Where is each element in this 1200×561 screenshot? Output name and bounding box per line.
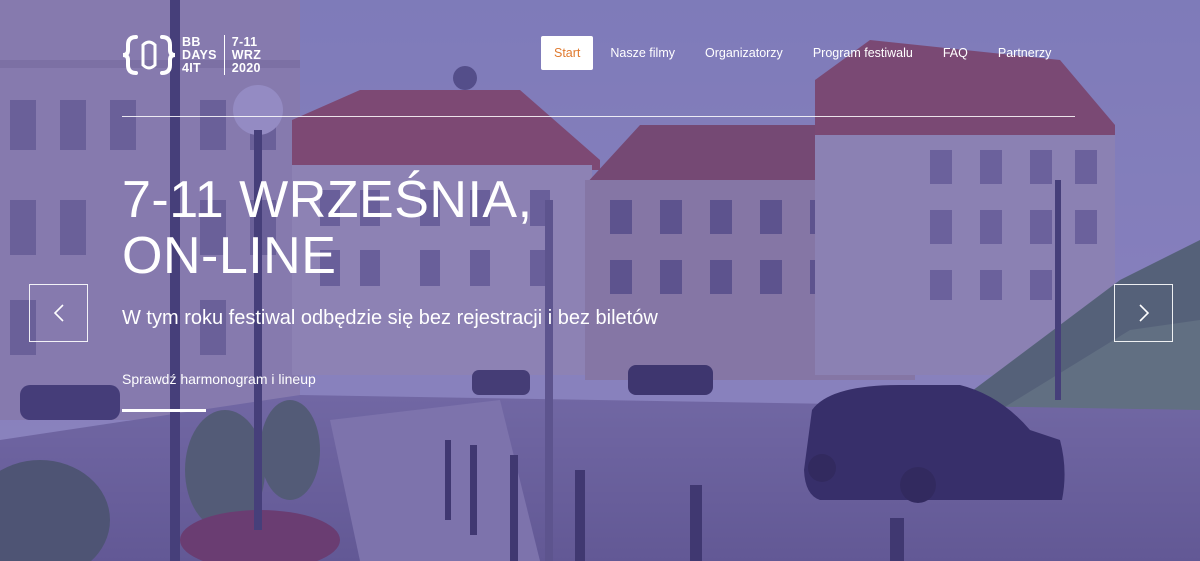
header-divider [122, 116, 1075, 117]
site-logo[interactable]: BB DAYS 4IT 7-11 WRZ 2020 [122, 33, 261, 77]
chevron-left-icon [53, 304, 64, 322]
nav-item-start[interactable]: Start [541, 36, 594, 70]
logo-date-days: 7-11 [231, 34, 258, 49]
nav-item-nasze-filmy[interactable]: Nasze filmy [595, 36, 690, 70]
logo-line3: 4IT [182, 60, 201, 75]
chevron-right-icon [1138, 304, 1149, 322]
hero-title: 7-11 WRZEŚNIA, ON-LINE [122, 172, 533, 284]
hero-title-line1: 7-11 WRZEŚNIA, [122, 171, 533, 229]
logo-date-year: 2020 [231, 60, 261, 75]
nav-item-partnerzy[interactable]: Partnerzy [983, 36, 1067, 70]
logo-date: 7-11 WRZ 2020 [231, 34, 262, 75]
nav-item-organizatorzy[interactable]: Organizatorzy [690, 36, 798, 70]
logo-date-month: WRZ [231, 47, 262, 62]
logo-divider [223, 35, 225, 75]
logo-line1: BB [182, 34, 201, 49]
carousel-prev-button[interactable] [29, 284, 88, 342]
nav-item-program-festiwalu[interactable]: Program festiwalu [798, 36, 928, 70]
logo-wordmark: BB DAYS 4IT [182, 34, 217, 75]
logo-braces-icon [122, 35, 176, 75]
carousel-next-button[interactable] [1114, 284, 1173, 342]
hero-underline [122, 409, 206, 412]
hero-title-line2: ON-LINE [122, 227, 337, 285]
schedule-lineup-link[interactable]: Sprawdź harmonogram i lineup [122, 371, 316, 387]
hero-subtitle: W tym roku festiwal odbędzie się bez rej… [122, 307, 658, 329]
logo-line2: DAYS [182, 47, 217, 62]
nav-item-faq[interactable]: FAQ [928, 36, 983, 70]
main-nav: Start Nasze filmy Organizatorzy Program … [541, 36, 1066, 70]
